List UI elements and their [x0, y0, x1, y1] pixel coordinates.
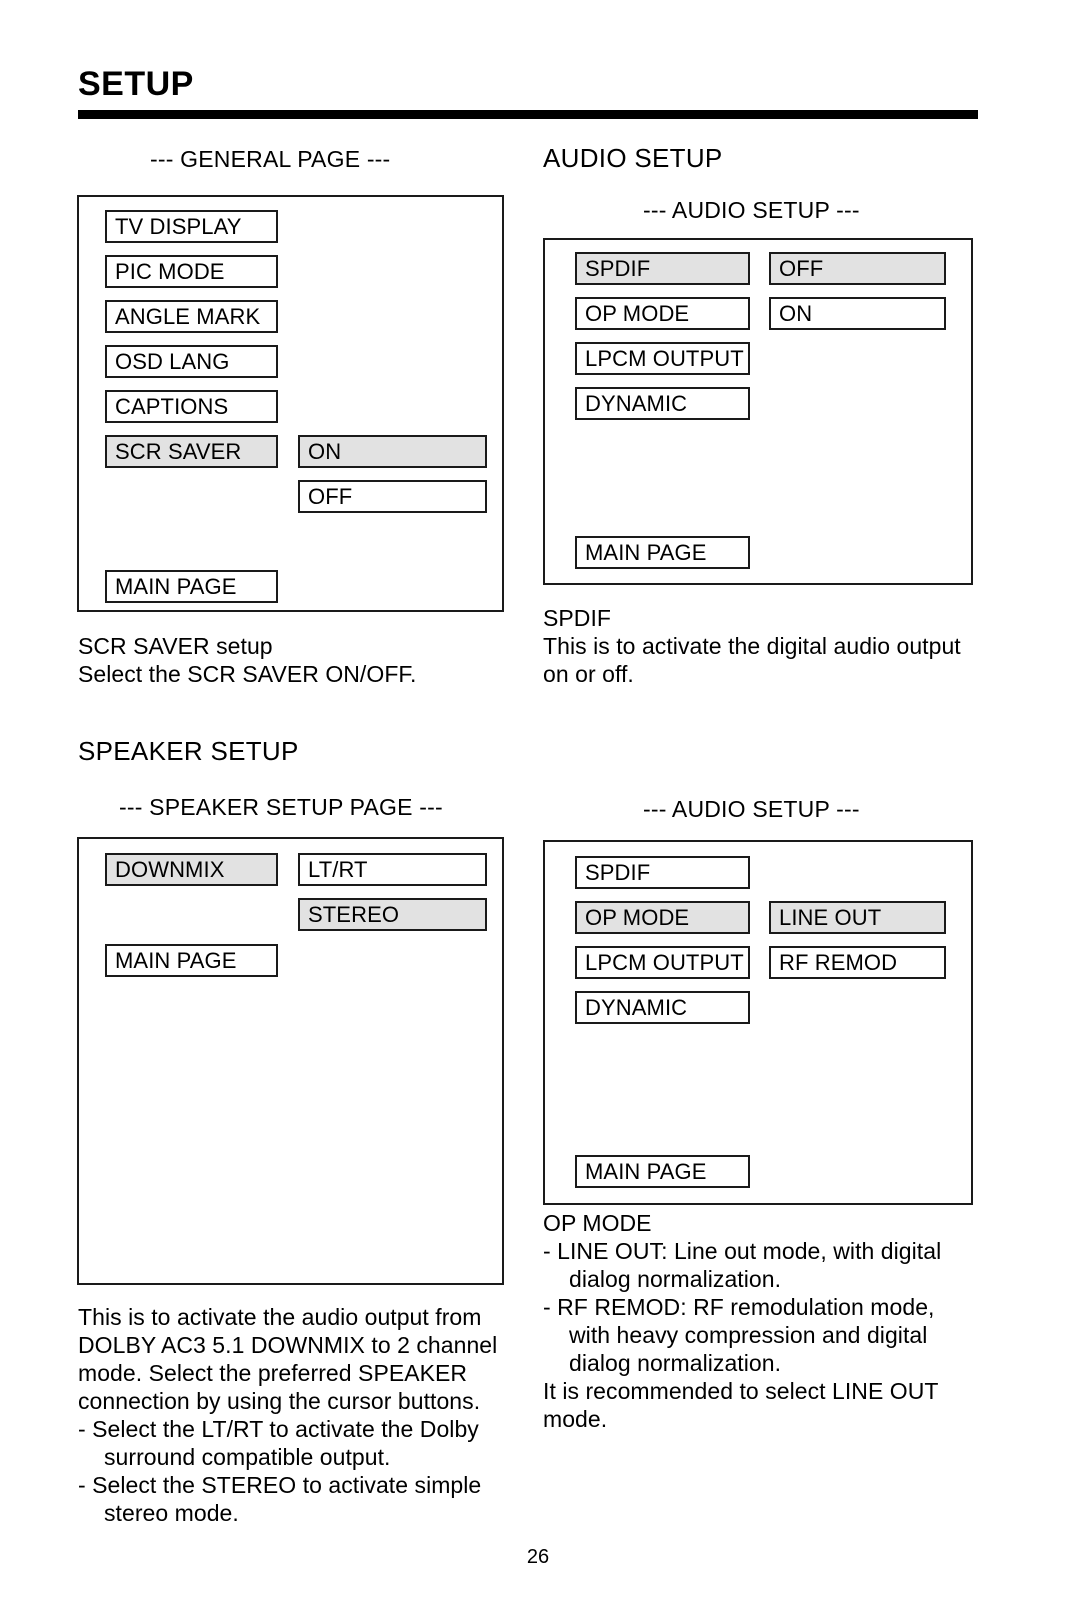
- opmode-bullet-2: - RF REMOD: RF remodulation mode,: [543, 1294, 935, 1320]
- option-scr-saver-off[interactable]: OFF: [298, 480, 487, 513]
- speaker-setup-heading: SPEAKER SETUP: [78, 736, 299, 766]
- menu-item-downmix[interactable]: DOWNMIX: [105, 853, 278, 886]
- manual-page: SETUP --- GENERAL PAGE --- TV DISPLAY PI…: [0, 0, 1080, 1618]
- speaker-description-line-2: DOLBY AC3 5.1 DOWNMIX to 2 channel: [78, 1332, 498, 1358]
- general-description-line-2: Select the SCR SAVER ON/OFF.: [78, 661, 417, 687]
- audio-description-line-2: This is to activate the digital audio ou…: [543, 633, 961, 659]
- menu-item-op-mode-2[interactable]: OP MODE: [575, 901, 750, 934]
- speaker-description-line-1: This is to activate the audio output fro…: [78, 1304, 482, 1330]
- speaker-setup-page-caption: --- SPEAKER SETUP PAGE ---: [119, 794, 443, 820]
- audio-setup-page-caption: --- AUDIO SETUP ---: [643, 197, 860, 223]
- general-description-line-1: SCR SAVER setup: [78, 633, 273, 659]
- menu-item-tv-display[interactable]: TV DISPLAY: [105, 210, 278, 243]
- opmode-description: OP MODE - LINE OUT: Line out mode, with …: [543, 1209, 1003, 1433]
- option-spdif-off[interactable]: OFF: [769, 252, 946, 285]
- opmode-closing-line-1: It is recommended to select LINE OUT: [543, 1378, 939, 1404]
- menu-item-dynamic-2[interactable]: DYNAMIC: [575, 991, 750, 1024]
- menu-item-scr-saver[interactable]: SCR SAVER: [105, 435, 278, 468]
- audio-description-line-3: on or off.: [543, 661, 634, 687]
- button-main-page-audio[interactable]: MAIN PAGE: [575, 536, 750, 569]
- menu-item-dynamic[interactable]: DYNAMIC: [575, 387, 750, 420]
- general-page-osd-screen: TV DISPLAY PIC MODE ANGLE MARK OSD LANG …: [77, 195, 504, 612]
- opmode-bullet-1-cont: dialog normalization.: [569, 1266, 782, 1292]
- speaker-description-line-3: mode. Select the preferred SPEAKER: [78, 1360, 468, 1386]
- option-spdif-on[interactable]: ON: [769, 297, 946, 330]
- button-main-page-speaker[interactable]: MAIN PAGE: [105, 944, 278, 977]
- speaker-bullet-2-cont: stereo mode.: [104, 1500, 239, 1526]
- speaker-bullet-1-cont: surround compatible output.: [104, 1444, 391, 1470]
- option-scr-saver-on[interactable]: ON: [298, 435, 487, 468]
- option-op-mode-rf-remod[interactable]: RF REMOD: [769, 946, 946, 979]
- opmode-bullet-1: - LINE OUT: Line out mode, with digital: [543, 1238, 942, 1264]
- menu-item-lpcm-output-2[interactable]: LPCM OUTPUT: [575, 946, 750, 979]
- menu-item-captions[interactable]: CAPTIONS: [105, 390, 278, 423]
- menu-item-op-mode[interactable]: OP MODE: [575, 297, 750, 330]
- speaker-bullet-1: - Select the LT/RT to activate the Dolby: [78, 1416, 479, 1442]
- opmode-bullet-2-cont-2: dialog normalization.: [569, 1350, 782, 1376]
- menu-item-angle-mark[interactable]: ANGLE MARK: [105, 300, 278, 333]
- header-divider: [78, 110, 978, 119]
- general-page-caption: --- GENERAL PAGE ---: [150, 146, 391, 172]
- speaker-bullet-2: - Select the STEREO to activate simple: [78, 1472, 482, 1498]
- audio-description-line-1: SPDIF: [543, 605, 611, 631]
- menu-item-spdif-2[interactable]: SPDIF: [575, 856, 750, 889]
- button-main-page-opmode[interactable]: MAIN PAGE: [575, 1155, 750, 1188]
- button-main-page-general[interactable]: MAIN PAGE: [105, 570, 278, 603]
- audio-setup-osd-screen: SPDIF OP MODE LPCM OUTPUT DYNAMIC OFF ON…: [543, 238, 973, 585]
- speaker-description-line-4: connection by using the cursor buttons.: [78, 1388, 481, 1414]
- audio-description: SPDIF This is to activate the digital au…: [543, 604, 993, 688]
- opmode-page-caption: --- AUDIO SETUP ---: [643, 796, 860, 822]
- option-op-mode-line-out[interactable]: LINE OUT: [769, 901, 946, 934]
- opmode-closing-line-2: mode.: [543, 1406, 608, 1432]
- page-number: 26: [526, 1546, 550, 1568]
- opmode-osd-screen: SPDIF OP MODE LPCM OUTPUT DYNAMIC LINE O…: [543, 840, 973, 1205]
- menu-item-osd-lang[interactable]: OSD LANG: [105, 345, 278, 378]
- opmode-bullet-2-cont-1: with heavy compression and digital: [569, 1322, 928, 1348]
- menu-item-pic-mode[interactable]: PIC MODE: [105, 255, 278, 288]
- page-title: SETUP: [78, 65, 194, 103]
- menu-item-spdif[interactable]: SPDIF: [575, 252, 750, 285]
- opmode-description-title: OP MODE: [543, 1210, 652, 1236]
- speaker-description: This is to activate the audio output fro…: [78, 1303, 528, 1527]
- menu-item-lpcm-output[interactable]: LPCM OUTPUT: [575, 342, 750, 375]
- option-downmix-ltrt[interactable]: LT/RT: [298, 853, 487, 886]
- speaker-setup-osd-screen: DOWNMIX LT/RT STEREO MAIN PAGE: [77, 837, 504, 1285]
- general-description: SCR SAVER setup Select the SCR SAVER ON/…: [78, 632, 518, 688]
- audio-setup-heading: AUDIO SETUP: [543, 143, 723, 173]
- option-downmix-stereo[interactable]: STEREO: [298, 898, 487, 931]
